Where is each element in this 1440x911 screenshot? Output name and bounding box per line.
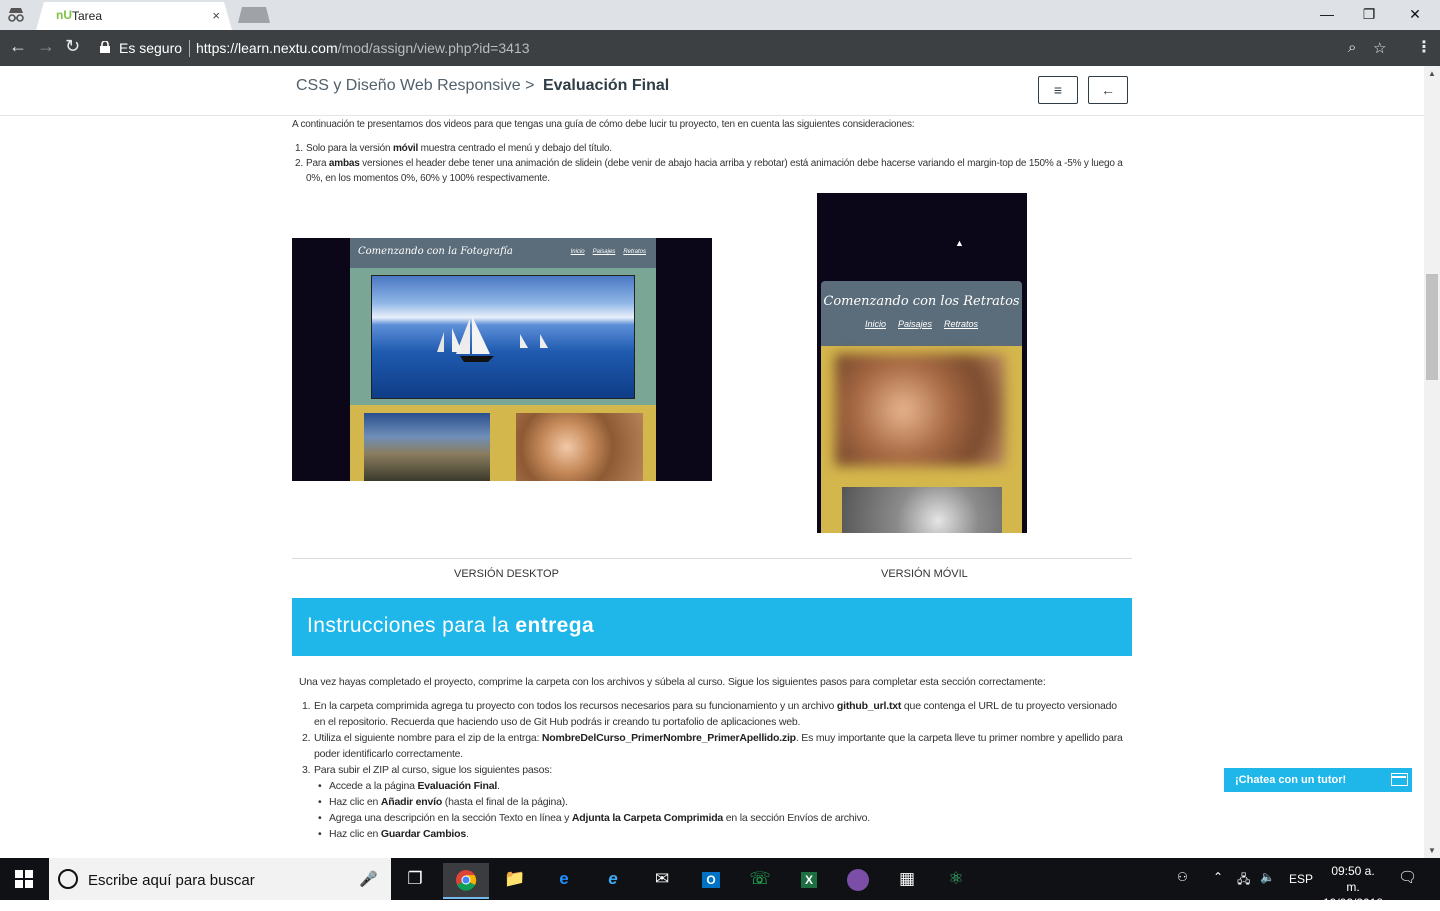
- task-view-icon[interactable]: ❐: [392, 863, 438, 899]
- list-item: Agrega una descripción en la sección Tex…: [299, 810, 1129, 826]
- instructions-intro: Una vez hayas completado el proyecto, co…: [299, 676, 1046, 688]
- grayscale-portrait-image: [842, 487, 1002, 533]
- desktop-preview-video[interactable]: Comenzando con la Fotografía Inicio Paisa…: [292, 238, 712, 481]
- list-item: 2. Utiliza el siguiente nombre para el zi…: [302, 732, 1123, 760]
- desktop-site-brand: Comenzando con la Fotografía: [358, 246, 513, 257]
- network-icon[interactable]: 🖧: [1237, 870, 1250, 891]
- desktop-site-links: Inicio Paisajes Retratos: [570, 249, 646, 255]
- chrome-taskbar-icon[interactable]: [443, 863, 489, 899]
- page-viewport: CSS y Diseño Web Responsive > Evaluación…: [0, 66, 1424, 858]
- menu-button[interactable]: ≡: [1038, 76, 1078, 104]
- tab-close-icon[interactable]: ×: [212, 8, 220, 23]
- taskbar-clock[interactable]: 09:50 a. m. 19/02/2018: [1323, 863, 1383, 911]
- excel-icon[interactable]: X: [786, 863, 832, 899]
- scroll-up-icon[interactable]: ▲: [1428, 69, 1436, 78]
- clock-date: 19/02/2018: [1323, 896, 1384, 910]
- breadcrumb-current: Evaluación Final: [542, 77, 670, 94]
- portrait-thumbnail: [516, 413, 643, 481]
- bookmark-star-icon[interactable]: ☆: [1373, 39, 1386, 57]
- desktop-site-nav: Comenzando con la Fotografía Inicio Paisa…: [350, 238, 656, 268]
- zoom-icon[interactable]: ⌕: [1348, 39, 1356, 56]
- close-window-button[interactable]: ✕: [1392, 3, 1438, 27]
- new-tab-button[interactable]: [238, 7, 270, 23]
- landscape-thumbnail: [364, 413, 490, 481]
- list-item: 1. En la carpeta comprimida agrega tu pro…: [302, 700, 1117, 728]
- list-item: 3. Para subir el ZIP al curso, sigue los …: [302, 764, 553, 776]
- omnibox-separator: [189, 40, 190, 57]
- desktop-site-mock: Comenzando con la Fotografía Inicio Paisa…: [350, 238, 656, 481]
- taskbar-search[interactable]: Escribe aquí para buscar 🎤: [49, 858, 391, 900]
- github-desktop-icon[interactable]: [835, 863, 881, 899]
- mouse-cursor-icon: ▲: [955, 238, 964, 248]
- breadcrumb-separator: >: [525, 77, 535, 94]
- volume-icon[interactable]: 🔈: [1260, 870, 1275, 884]
- mobile-site-brand: Comenzando con los Retratos: [823, 294, 1020, 309]
- incognito-icon: [8, 8, 24, 22]
- chat-window-icon[interactable]: [1391, 773, 1408, 786]
- page-header: CSS y Diseño Web Responsive > Evaluación…: [0, 66, 1424, 116]
- intro-text: A continuación te presentamos dos videos…: [292, 119, 915, 130]
- browser-tab[interactable]: nU Tarea ×: [36, 2, 232, 30]
- tab-title: Tarea: [72, 9, 103, 23]
- scrollbar-thumb[interactable]: [1426, 274, 1438, 380]
- list-item: 1. Solo para la versión móvil muestra cen…: [295, 143, 612, 154]
- scroll-down-icon[interactable]: ▼: [1428, 846, 1436, 855]
- chat-tutor-widget[interactable]: ¡Chatea con un tutor!: [1224, 768, 1412, 792]
- minimize-button[interactable]: —: [1304, 3, 1350, 27]
- back-button[interactable]: ←: [1088, 76, 1128, 104]
- people-icon[interactable]: ⚇: [1177, 870, 1188, 884]
- clock-time: 09:50 a. m.: [1331, 864, 1375, 894]
- reload-icon[interactable]: ↻: [65, 36, 80, 57]
- maximize-button[interactable]: ❐: [1346, 3, 1392, 27]
- browser-titlebar: nU Tarea × — ❐ ✕: [0, 0, 1440, 30]
- mobile-site-body: [821, 346, 1022, 533]
- url-text[interactable]: https://learn.nextu.com/mod/assign/view.…: [196, 40, 530, 56]
- notifications-icon[interactable]: 🗨: [1398, 868, 1417, 886]
- sailboats-image: [371, 275, 635, 399]
- divider: [292, 558, 1132, 559]
- secure-label: Es seguro: [119, 40, 183, 56]
- language-indicator[interactable]: ESP: [1289, 872, 1313, 886]
- edge-icon[interactable]: e: [541, 863, 587, 899]
- caption-mobile: VERSIÓN MÓVIL: [881, 568, 968, 580]
- omnibox[interactable]: Es seguro https://learn.nextu.com/mod/as…: [92, 34, 1406, 62]
- desktop-site-hero: [350, 268, 656, 405]
- page-scrollbar[interactable]: ▲ ▼: [1424, 66, 1440, 858]
- breadcrumb: CSS y Diseño Web Responsive > Evaluación…: [296, 77, 669, 95]
- calculator-icon[interactable]: ▦: [884, 863, 930, 899]
- internet-explorer-icon[interactable]: e: [590, 863, 636, 899]
- atom-icon[interactable]: ⚛: [933, 863, 979, 899]
- lock-icon: [100, 41, 110, 53]
- list-item: Accede a la página Evaluación Final.: [299, 778, 1129, 794]
- instructions-list: 1. En la carpeta comprimida agrega tu pro…: [299, 698, 1129, 842]
- forward-arrow-icon[interactable]: →: [37, 36, 55, 57]
- outlook-icon[interactable]: O: [688, 863, 734, 899]
- microphone-icon[interactable]: 🎤: [359, 870, 378, 888]
- chat-label: ¡Chatea con un tutor!: [1235, 774, 1347, 786]
- browser-menu-icon[interactable]: ⋮: [1416, 37, 1432, 57]
- windows-taskbar: Escribe aquí para buscar 🎤 ❐ 📁 e e ✉ O ☏…: [0, 858, 1440, 910]
- instructions-heading: Instrucciones para la entrega: [307, 614, 595, 637]
- considerations-list: 1. Solo para la versión móvil muestra cen…: [292, 141, 1132, 186]
- caption-desktop: VERSIÓN DESKTOP: [454, 568, 559, 580]
- search-placeholder: Escribe aquí para buscar: [88, 872, 255, 889]
- cortana-icon: [58, 869, 78, 889]
- mobile-preview-video[interactable]: ▲ Comenzando con los Retratos Inicio Pais…: [817, 193, 1027, 533]
- list-item: Haz clic en Guardar Cambios.: [299, 826, 1129, 842]
- file-explorer-icon[interactable]: 📁: [492, 863, 538, 899]
- back-arrow-icon[interactable]: ←: [9, 36, 27, 57]
- blurred-portrait-image: [835, 354, 1005, 466]
- whatsapp-icon[interactable]: ☏: [737, 863, 783, 899]
- list-item: Haz clic en Añadir envío (hasta el final…: [299, 794, 1129, 810]
- breadcrumb-course-link[interactable]: CSS y Diseño Web Responsive: [296, 77, 521, 94]
- nextu-favicon-icon: nU: [56, 8, 72, 22]
- mobile-site-header: Comenzando con los Retratos Inicio Paisaj…: [821, 281, 1022, 346]
- list-item: 2. Para ambas versiones el header debe te…: [295, 158, 1123, 184]
- mobile-site-links: Inicio Paisajes Retratos: [864, 319, 979, 329]
- instructions-banner: Instrucciones para la entrega: [292, 598, 1132, 656]
- mail-icon[interactable]: ✉: [639, 863, 685, 899]
- browser-toolbar: ← → ↻ Es seguro https://learn.nextu.com/…: [0, 30, 1440, 66]
- windows-start-icon[interactable]: [15, 870, 33, 888]
- show-hidden-icons-icon[interactable]: ⌃: [1213, 870, 1223, 884]
